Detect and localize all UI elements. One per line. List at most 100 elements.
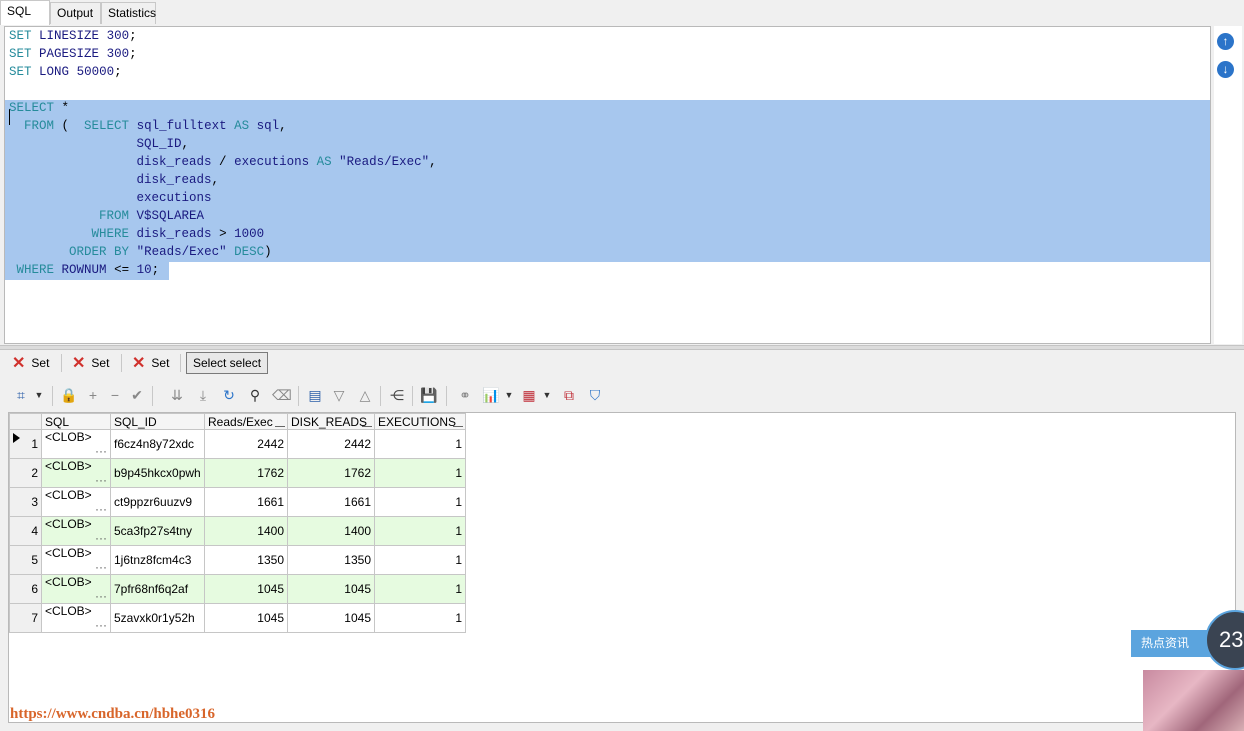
lock-icon[interactable]: 🔒 [60, 386, 78, 404]
ellipsis-button[interactable]: ··· [95, 589, 107, 603]
row-number[interactable]: 5 [9, 545, 42, 575]
cell-executions[interactable]: 1 [374, 603, 466, 633]
cell-disk-reads[interactable]: 1350 [287, 545, 375, 575]
row-number[interactable]: 7 [9, 603, 42, 633]
dropdown-arrow-icon[interactable]: ▼ [500, 386, 518, 404]
ellipsis-button[interactable]: ··· [95, 444, 107, 458]
fetch-next-icon[interactable]: ⇊ [168, 386, 186, 404]
cell-sql[interactable]: <CLOB> ··· [41, 458, 111, 488]
cell-sql-id[interactable]: b9p45hkcx0pwh [110, 458, 205, 488]
cell-disk-reads[interactable]: 2442 [287, 429, 375, 459]
sort-down-icon[interactable]: ▽ [330, 386, 348, 404]
table-row[interactable]: 2 <CLOB> ··· b9p45hkcx0pwh 1762 1762 1 [9, 458, 466, 488]
cell-executions[interactable]: 1 [374, 429, 466, 459]
add-record-icon[interactable]: + [84, 386, 102, 404]
row-number[interactable]: 3 [9, 487, 42, 517]
save-icon[interactable]: 💾 [420, 386, 438, 404]
cell-sql-id[interactable]: 7pfr68nf6q2af [110, 574, 205, 604]
cell-sql[interactable]: <CLOB> ··· [41, 516, 111, 546]
cell-reads-exec[interactable]: 1400 [204, 516, 288, 546]
tab-sql[interactable]: SQL [0, 0, 50, 25]
find-icon[interactable]: ⚲ [246, 386, 264, 404]
news-popup[interactable]: 热点资讯 23 [1131, 610, 1244, 731]
cell-sql-id[interactable]: f6cz4n8y72xdc [110, 429, 205, 459]
sort-up-icon[interactable]: △ [356, 386, 374, 404]
cell-disk-reads[interactable]: 1661 [287, 487, 375, 517]
cell-reads-exec[interactable]: 1762 [204, 458, 288, 488]
cell-disk-reads[interactable]: 1045 [287, 574, 375, 604]
cell-sql[interactable]: <CLOB> ··· [41, 603, 111, 633]
ellipsis-button[interactable]: ··· [95, 560, 107, 574]
chart-icon[interactable]: 📊 [482, 386, 500, 404]
ellipsis-button[interactable]: ··· [95, 502, 107, 516]
link-icon[interactable]: ⚭ [456, 386, 474, 404]
arrow-down-icon[interactable]: ↓ [1217, 61, 1234, 78]
news-thumbnail[interactable] [1143, 670, 1244, 731]
cell-sql[interactable]: <CLOB> ··· [41, 574, 111, 604]
row-number[interactable]: 1 [9, 429, 42, 459]
ellipsis-button[interactable]: ··· [95, 531, 107, 545]
cell-disk-reads[interactable]: 1400 [287, 516, 375, 546]
export-icon[interactable]: ⧉ [560, 386, 578, 404]
tab-select-select[interactable]: Select select [186, 352, 269, 374]
dropdown-arrow-icon[interactable]: ▼ [538, 386, 556, 404]
cell-executions[interactable]: 1 [374, 487, 466, 517]
row-number[interactable]: 4 [9, 516, 42, 546]
refresh-icon[interactable]: ↻ [220, 386, 238, 404]
column-header-disk-reads[interactable]: DISK_READS [287, 413, 375, 430]
cell-executions[interactable]: 1 [374, 545, 466, 575]
cell-sql[interactable]: <CLOB> ··· [41, 545, 111, 575]
table-row[interactable]: 4 <CLOB> ··· 5ca3fp27s4tny 1400 1400 1 [9, 516, 466, 546]
filter-icon[interactable]: ⛉ [586, 386, 604, 404]
cell-reads-exec[interactable]: 1045 [204, 603, 288, 633]
column-header-sql-id[interactable]: SQL_ID [110, 413, 205, 430]
cell-reads-exec[interactable]: 2442 [204, 429, 288, 459]
cell-reads-exec[interactable]: 1045 [204, 574, 288, 604]
table-row[interactable]: 7 <CLOB> ··· 5zavxk0r1y52h 1045 1045 1 [9, 603, 466, 633]
table-row[interactable]: 1 <CLOB> ··· f6cz4n8y72xdc 2442 2442 1 [9, 429, 466, 459]
tab-statistics[interactable]: Statistics [101, 2, 156, 24]
tree-icon[interactable]: ⋲ [388, 386, 406, 404]
ellipsis-button[interactable]: ··· [95, 618, 107, 632]
ellipsis-button[interactable]: ··· [95, 473, 107, 487]
tab-result-set-1[interactable]: ✕ Set [12, 352, 49, 374]
cell-sql-id[interactable]: 1j6tnz8fcm4c3 [110, 545, 205, 575]
clear-icon[interactable]: ⌫ [272, 386, 292, 404]
close-icon[interactable]: ✕ [72, 355, 85, 372]
cell-disk-reads[interactable]: 1762 [287, 458, 375, 488]
cell-sql-id[interactable]: 5ca3fp27s4tny [110, 516, 205, 546]
row-number[interactable]: 6 [9, 574, 42, 604]
tab-result-set-2[interactable]: ✕ Set [72, 352, 109, 374]
column-header-reads-exec[interactable]: Reads/Exec [204, 413, 288, 430]
cell-sql[interactable]: <CLOB> ··· [41, 487, 111, 517]
cell-sql-id[interactable]: ct9ppzr6uuzv9 [110, 487, 205, 517]
cell-reads-exec[interactable]: 1350 [204, 545, 288, 575]
delete-record-icon[interactable]: − [106, 386, 124, 404]
cell-executions[interactable]: 1 [374, 574, 466, 604]
post-edit-icon[interactable]: ✔ [128, 386, 146, 404]
query-by-example-icon[interactable]: ▤ [306, 386, 324, 404]
dropdown-arrow-icon[interactable]: ▼ [30, 386, 48, 404]
tab-result-set-3[interactable]: ✕ Set [132, 352, 169, 374]
close-icon[interactable]: ✕ [12, 355, 25, 372]
column-header-sql[interactable]: SQL [41, 413, 111, 430]
sql-editor[interactable]: SET LINESIZE 300; SET PAGESIZE 300; SET … [4, 26, 1211, 344]
table-row[interactable]: 3 <CLOB> ··· ct9ppzr6uuzv9 1661 1661 1 [9, 487, 466, 517]
cell-sql[interactable]: <CLOB> ··· [41, 429, 111, 459]
close-icon[interactable]: ✕ [132, 355, 145, 372]
row-number[interactable]: 2 [9, 458, 42, 488]
tab-divider [61, 354, 62, 372]
fetch-last-icon[interactable]: ⤓ [194, 386, 212, 404]
cell-executions[interactable]: 1 [374, 516, 466, 546]
cell-executions[interactable]: 1 [374, 458, 466, 488]
grid-view-icon[interactable]: ▦ [520, 386, 538, 404]
cell-disk-reads[interactable]: 1045 [287, 603, 375, 633]
layout-icon[interactable]: ⌗ [12, 386, 30, 404]
tab-output[interactable]: Output [50, 2, 101, 24]
column-header-executions[interactable]: EXECUTIONS [374, 413, 466, 430]
cell-sql-id[interactable]: 5zavxk0r1y52h [110, 603, 205, 633]
arrow-up-icon[interactable]: ↑ [1217, 33, 1234, 50]
table-row[interactable]: 6 <CLOB> ··· 7pfr68nf6q2af 1045 1045 1 [9, 574, 466, 604]
cell-reads-exec[interactable]: 1661 [204, 487, 288, 517]
table-row[interactable]: 5 <CLOB> ··· 1j6tnz8fcm4c3 1350 1350 1 [9, 545, 466, 575]
